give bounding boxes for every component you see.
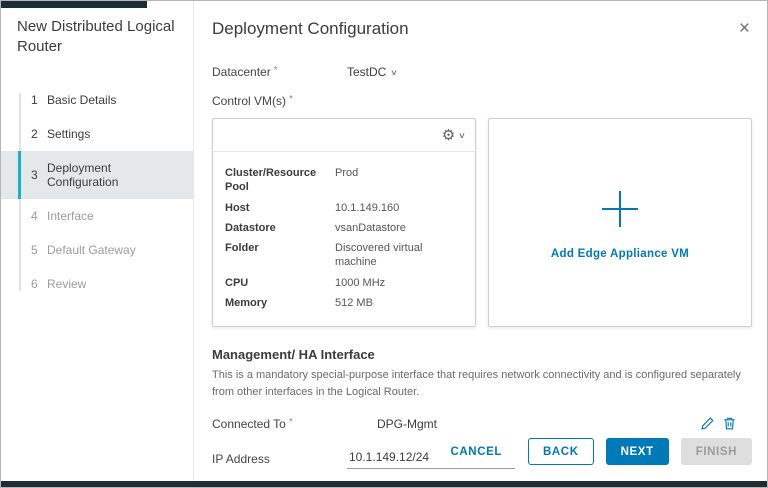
- step-number: 1: [31, 93, 47, 107]
- trash-icon: [722, 416, 737, 431]
- required-marker: *: [289, 94, 293, 105]
- deployment-form: Datacenter* TestDC ∨ Control VM(s)* ⚙ ∨: [212, 65, 752, 469]
- vm-detail-list: Cluster/Resource Pool Prod Host 10.1.149…: [213, 152, 475, 326]
- label-text: Control VM(s): [212, 94, 286, 108]
- close-icon[interactable]: ×: [737, 19, 752, 38]
- vm-detail-row: Datastore vsanDatastore: [225, 221, 463, 235]
- control-vms-label: Control VM(s)*: [212, 94, 347, 108]
- vm-detail-value: 1000 MHz: [335, 276, 463, 290]
- edit-button[interactable]: [699, 415, 716, 432]
- vm-detail-label: Folder: [225, 241, 335, 270]
- add-edge-appliance-vm-button[interactable]: Add Edge Appliance VM: [488, 118, 752, 327]
- next-button[interactable]: NEXT: [606, 438, 669, 465]
- mgmt-ha-description: This is a mandatory special-purpose inte…: [212, 367, 752, 400]
- vm-detail-label: Cluster/Resource Pool: [225, 166, 335, 195]
- vm-detail-label: CPU: [225, 276, 335, 290]
- back-button[interactable]: BACK: [528, 438, 594, 465]
- step-deployment-configuration[interactable]: 3 Deployment Configuration: [1, 151, 193, 199]
- vm-detail-value: Discovered virtual machine: [335, 241, 463, 270]
- vm-detail-row: CPU 1000 MHz: [225, 276, 463, 290]
- datacenter-label: Datacenter*: [212, 65, 347, 79]
- required-marker: *: [274, 65, 278, 76]
- delete-button[interactable]: [721, 415, 738, 432]
- new-dlr-wizard-dialog: New Distributed Logical Router 1 Basic D…: [0, 0, 768, 488]
- control-vms-row: Control VM(s)*: [212, 94, 752, 108]
- vm-detail-label: Datastore: [225, 221, 335, 235]
- wizard-title: New Distributed Logical Router: [1, 17, 193, 57]
- plus-icon: [597, 186, 643, 232]
- control-vm-cards: ⚙ ∨ Cluster/Resource Pool Prod Host 10.1…: [212, 118, 752, 327]
- step-label: Deployment Configuration: [47, 161, 185, 189]
- ip-address-label: IP Address: [212, 452, 347, 466]
- background-top-bar: [1, 1, 147, 8]
- vm-card-toolbar: ⚙ ∨: [213, 119, 475, 152]
- required-marker: *: [289, 417, 293, 428]
- step-interface: 4 Interface: [1, 199, 193, 233]
- step-label: Review: [47, 277, 86, 291]
- step-default-gateway: 5 Default Gateway: [1, 233, 193, 267]
- step-number: 3: [31, 168, 47, 182]
- wizard-sidebar: New Distributed Logical Router 1 Basic D…: [1, 1, 194, 487]
- step-number: 6: [31, 277, 47, 291]
- step-label: Interface: [47, 209, 94, 223]
- step-label: Default Gateway: [47, 243, 136, 257]
- finish-button: FINISH: [681, 438, 752, 465]
- connected-to-label: Connected To*: [212, 417, 347, 431]
- add-edge-appliance-vm-label: Add Edge Appliance VM: [551, 248, 689, 260]
- vm-detail-value: 10.1.149.160: [335, 201, 463, 215]
- vm-detail-label: Memory: [225, 296, 335, 310]
- step-label: Settings: [47, 127, 90, 141]
- step-label: Basic Details: [47, 93, 116, 107]
- background-bottom-bar: [1, 481, 767, 487]
- vm-detail-value: vsanDatastore: [335, 221, 463, 235]
- vm-detail-label: Host: [225, 201, 335, 215]
- wizard-footer: CANCEL BACK NEXT FINISH: [436, 438, 752, 465]
- step-number: 2: [31, 127, 47, 141]
- datacenter-row: Datacenter* TestDC ∨: [212, 65, 752, 79]
- pencil-icon: [700, 416, 715, 431]
- wizard-steps: 1 Basic Details 2 Settings 3 Deployment …: [1, 83, 193, 301]
- chevron-down-icon: ∨: [458, 131, 466, 140]
- panel-header: Deployment Configuration ×: [212, 19, 752, 39]
- vm-detail-value: Prod: [335, 166, 463, 195]
- datacenter-select[interactable]: TestDC ∨: [347, 65, 397, 79]
- step-basic-details[interactable]: 1 Basic Details: [1, 83, 193, 117]
- gear-icon: ⚙: [442, 128, 455, 143]
- step-settings[interactable]: 2 Settings: [1, 117, 193, 151]
- connected-to-actions: [699, 415, 752, 432]
- vm-detail-row: Memory 512 MB: [225, 296, 463, 310]
- step-number: 5: [31, 243, 47, 257]
- datacenter-value: TestDC: [347, 65, 386, 79]
- step-review: 6 Review: [1, 267, 193, 301]
- deployment-configuration-panel: Deployment Configuration × Datacenter* T…: [194, 1, 768, 487]
- chevron-down-icon: ∨: [390, 68, 398, 77]
- mgmt-ha-interface-title: Management/ HA Interface: [212, 347, 752, 362]
- control-vm-card: ⚙ ∨ Cluster/Resource Pool Prod Host 10.1…: [212, 118, 476, 327]
- label-text: Datacenter: [212, 65, 271, 79]
- vm-detail-value: 512 MB: [335, 296, 463, 310]
- vm-detail-row: Cluster/Resource Pool Prod: [225, 166, 463, 195]
- label-text: IP Address: [212, 452, 270, 466]
- label-text: Connected To: [212, 417, 286, 431]
- page-title: Deployment Configuration: [212, 19, 409, 39]
- step-number: 4: [31, 209, 47, 223]
- gear-menu-button[interactable]: ⚙ ∨: [442, 128, 465, 143]
- cancel-button[interactable]: CANCEL: [436, 438, 516, 465]
- connected-to-row: Connected To* DPG-Mgmt: [212, 415, 752, 432]
- connected-to-value: DPG-Mgmt: [377, 417, 437, 431]
- vm-detail-row: Host 10.1.149.160: [225, 201, 463, 215]
- vm-detail-row: Folder Discovered virtual machine: [225, 241, 463, 270]
